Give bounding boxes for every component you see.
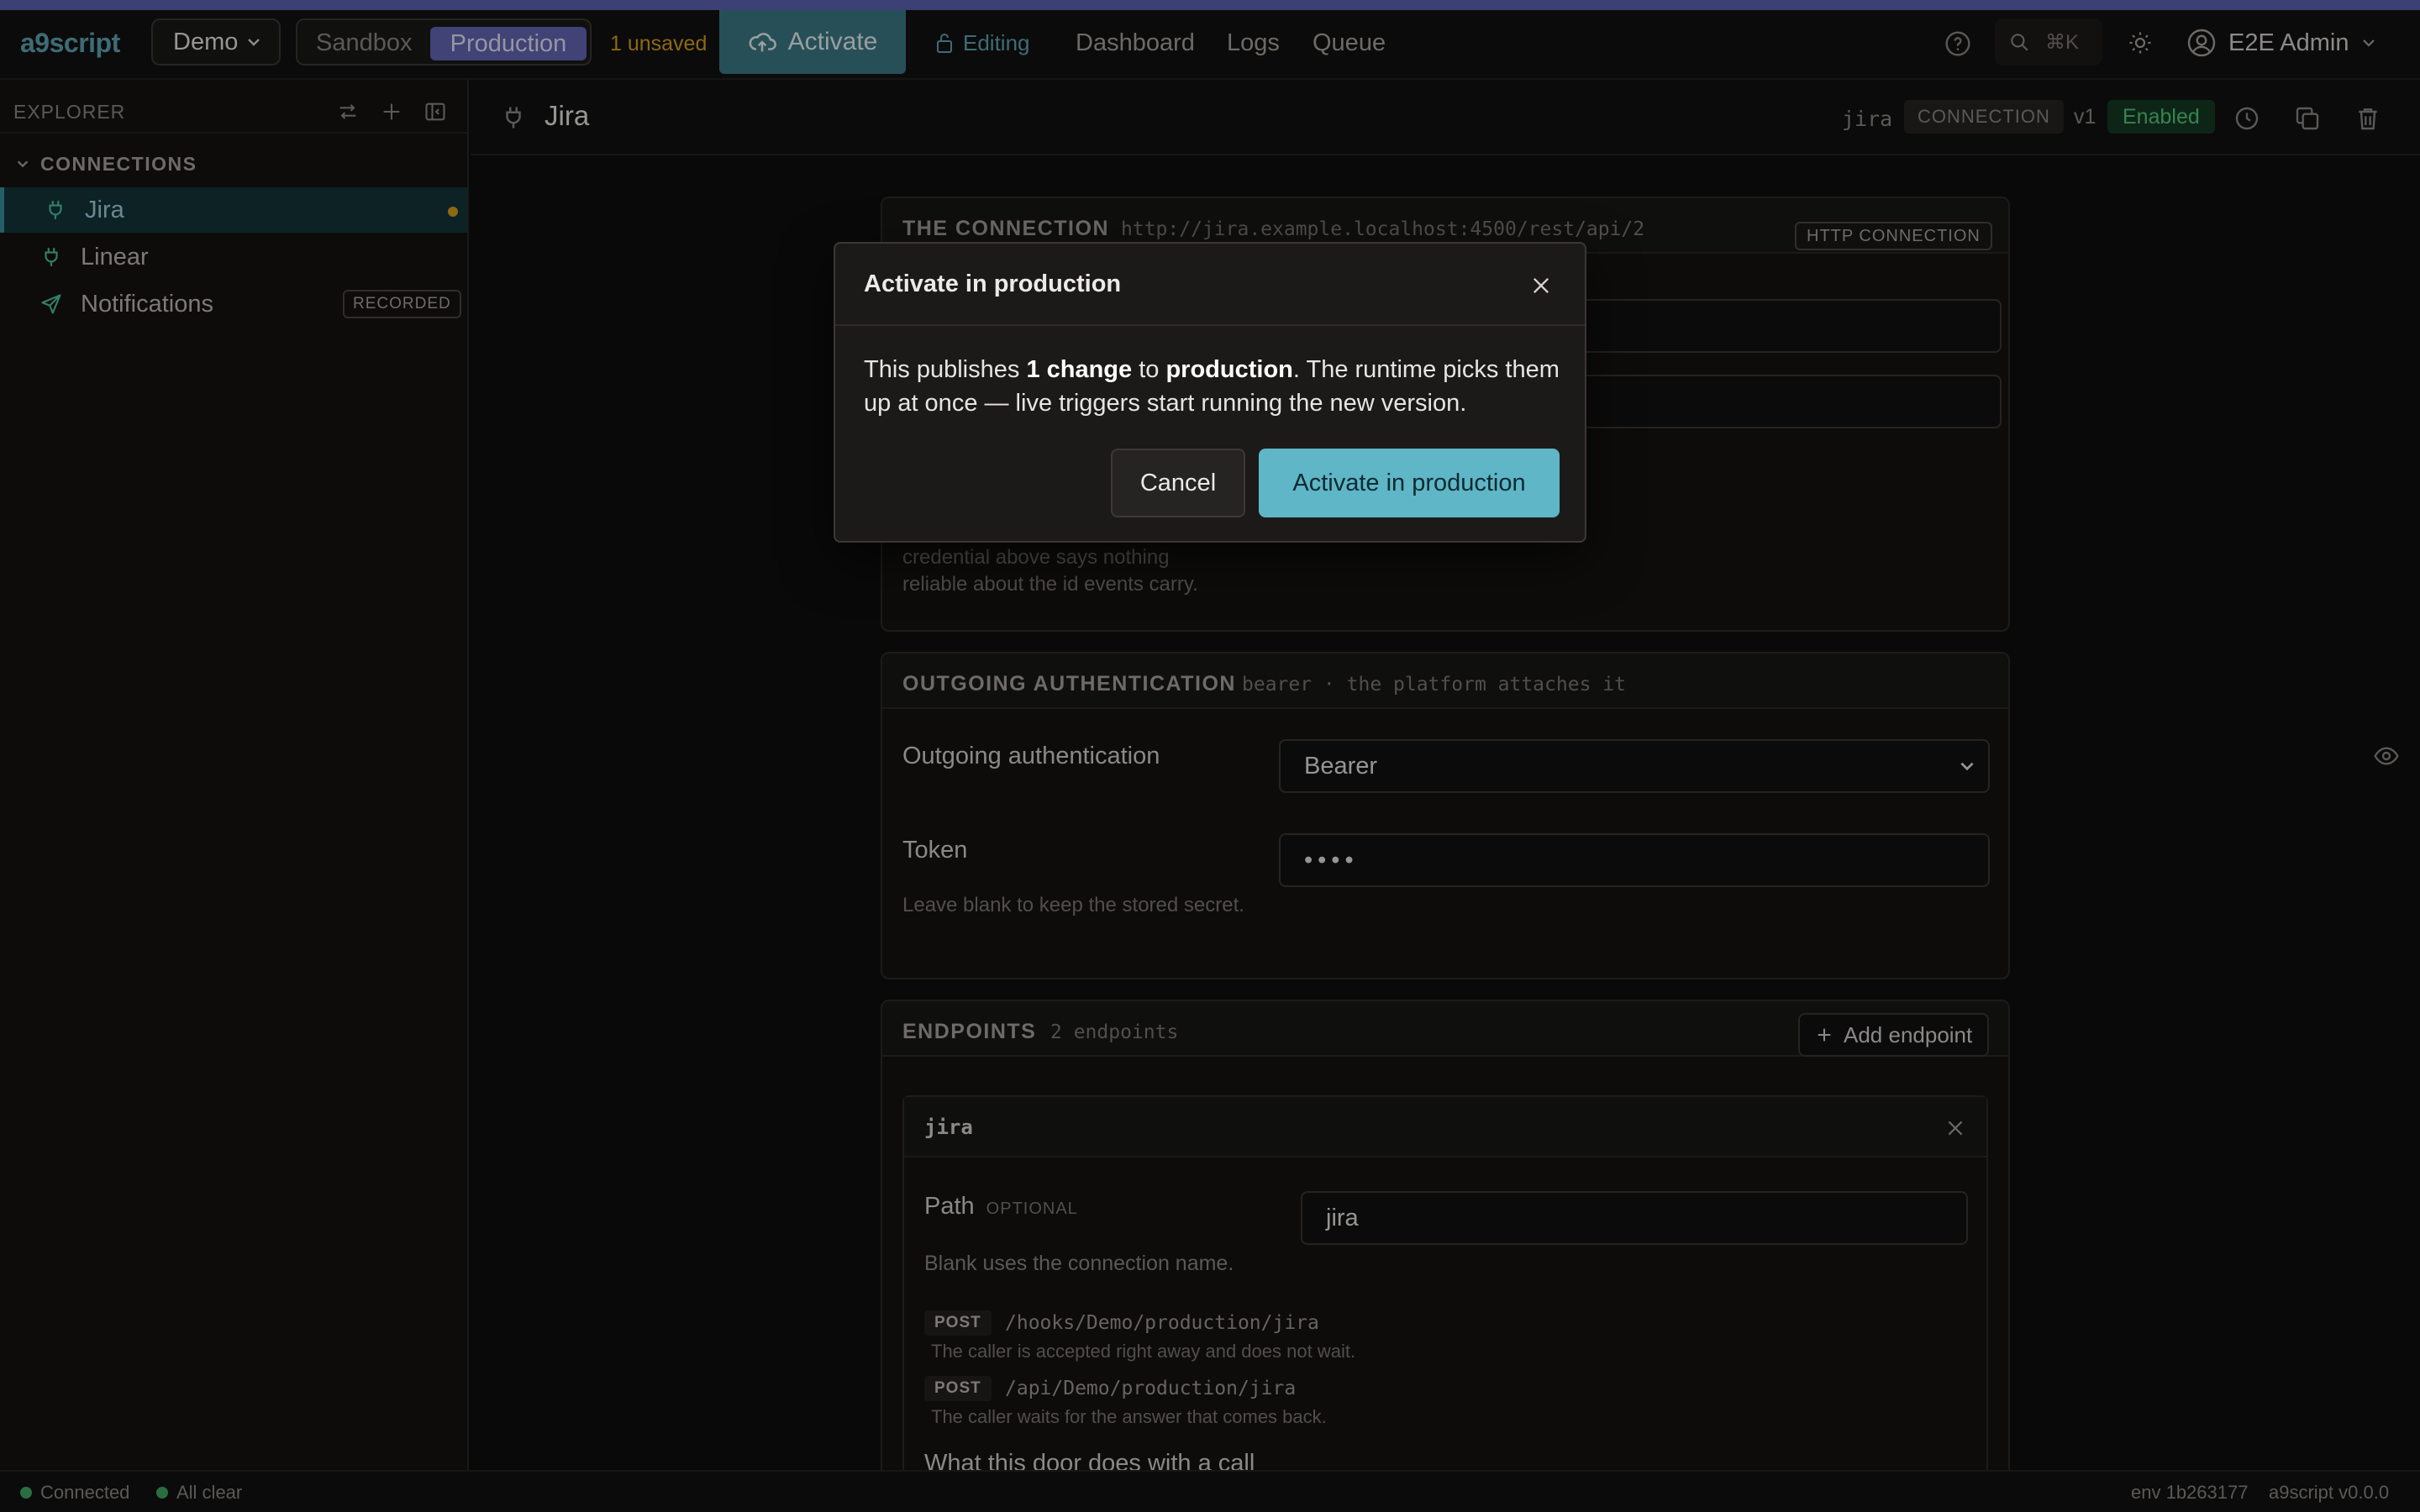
dialog-divider bbox=[835, 324, 1585, 326]
change-count: 1 change bbox=[1026, 356, 1133, 383]
dialog-title: Activate in production bbox=[864, 270, 1122, 297]
activate-in-production-button[interactable]: Activate in production bbox=[1259, 449, 1560, 517]
dialog-body-text: to bbox=[1132, 356, 1166, 383]
cancel-button[interactable]: Cancel bbox=[1111, 449, 1245, 517]
activate-dialog: Activate in production This publishes 1 … bbox=[834, 242, 1586, 543]
target-environment: production bbox=[1165, 356, 1293, 383]
modal-backdrop[interactable] bbox=[0, 0, 2420, 1512]
dialog-body-text: This publishes bbox=[864, 356, 1027, 383]
close-icon[interactable] bbox=[1524, 269, 1558, 302]
dialog-body: This publishes 1 change to production. T… bbox=[864, 353, 1570, 420]
